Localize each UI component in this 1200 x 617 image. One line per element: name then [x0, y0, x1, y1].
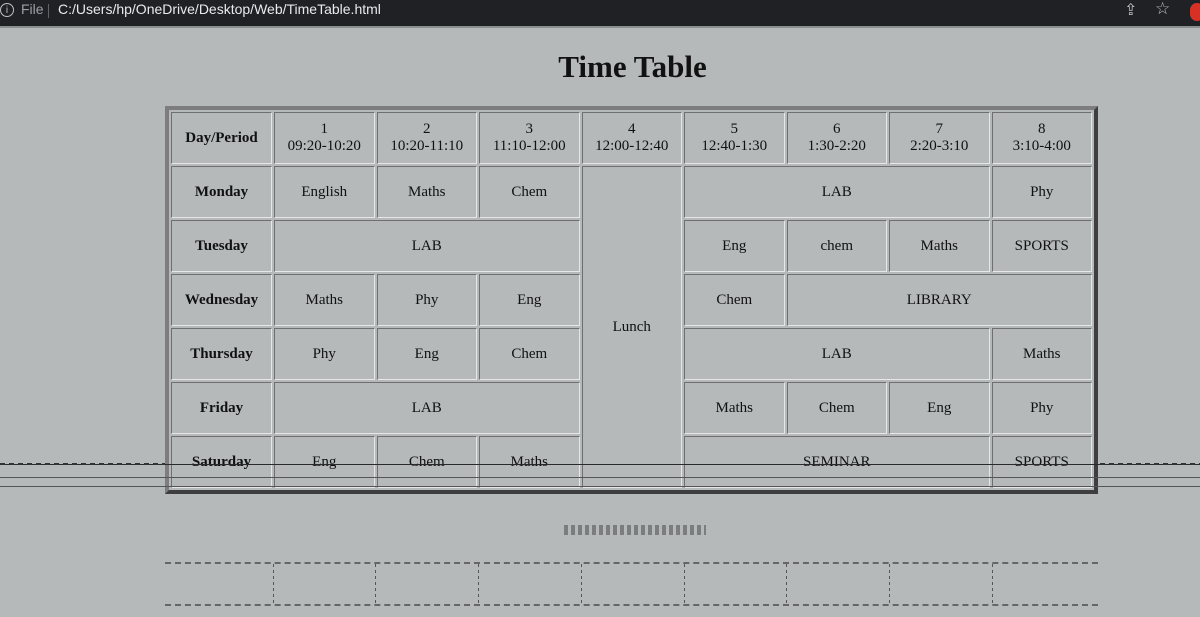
render-artifact-line: [0, 464, 1200, 465]
subject-cell: Eng: [889, 382, 990, 434]
period-number: 1: [320, 121, 329, 137]
period-time: 1:30-2:20: [807, 138, 866, 154]
subject-cell: Eng: [274, 436, 375, 488]
page-title: Time Table: [558, 49, 707, 84]
ghost-title-artifact: [564, 525, 706, 535]
day-label: Tuesday: [171, 220, 272, 272]
render-artifact-dashes: [1100, 463, 1200, 465]
period-header-6: 6 1:30-2:20: [786, 112, 887, 164]
chrome-divider: [0, 26, 1200, 28]
subject-cell: Phy: [991, 382, 1092, 434]
subject-cell: Phy: [376, 274, 477, 326]
subject-cell: Chem: [479, 328, 580, 380]
period-header-row: Day/Period 1 09:20-10:20 2 10:20-11:10 3 11:1…: [171, 112, 1092, 164]
ghost-column-artifact: [273, 564, 274, 604]
ghost-table-artifact: [165, 562, 1098, 606]
period-header-3: 3 11:10-12:00: [479, 112, 580, 164]
timetable: Day/Period 1 09:20-10:20 2 10:20-11:10 3 11:1…: [165, 106, 1098, 494]
period-time: 12:00-12:40: [595, 138, 669, 154]
share-icon[interactable]: ⇪: [1124, 0, 1137, 20]
subject-cell: LIBRARY: [786, 274, 1092, 326]
subject-cell: Maths: [274, 274, 375, 326]
file-scheme-label: File: [21, 1, 44, 17]
period-header-8: 8 3:10-4:00: [991, 112, 1092, 164]
period-header-7: 7 2:20-3:10: [889, 112, 990, 164]
ghost-column-artifact: [786, 564, 787, 604]
period-header-1: 1 09:20-10:20: [274, 112, 375, 164]
period-time: 3:10-4:00: [1012, 138, 1071, 154]
subject-cell: Eng: [376, 328, 477, 380]
period-time: 12:40-1:30: [701, 138, 768, 154]
url-text[interactable]: C:/Users/hp/OneDrive/Desktop/Web/TimeTab…: [58, 1, 381, 17]
subject-cell: Maths: [889, 220, 990, 272]
ghost-column-artifact: [478, 564, 479, 604]
ghost-column-artifact: [375, 564, 376, 604]
day-label: Saturday: [171, 436, 272, 488]
period-time: 2:20-3:10: [910, 138, 969, 154]
day-label: Wednesday: [171, 274, 272, 326]
subject-cell: Eng: [684, 220, 785, 272]
period-number: 3: [525, 121, 534, 137]
subject-cell: Maths: [684, 382, 785, 434]
profile-avatar[interactable]: [1190, 3, 1200, 21]
subject-cell: LAB: [684, 328, 990, 380]
subject-cell: Phy: [991, 166, 1092, 218]
ghost-column-artifact: [889, 564, 890, 604]
subject-cell: SPORTS: [991, 436, 1092, 488]
subject-cell: Chem: [479, 166, 580, 218]
period-header-5: 5 12:40-1:30: [684, 112, 785, 164]
subject-cell: LAB: [274, 382, 580, 434]
subject-cell: Maths: [479, 436, 580, 488]
ghost-column-artifact: [992, 564, 993, 604]
subject-cell: Maths: [991, 328, 1092, 380]
timetable-body: Monday English Maths Chem Lunch LAB Phy Tuesday…: [171, 166, 1092, 488]
subject-cell: Chem: [376, 436, 477, 488]
address-bar[interactable]: i File C:/Users/hp/OneDrive/Desktop/Web/…: [0, 0, 1200, 26]
period-number: 6: [833, 121, 841, 137]
bookmark-star-icon[interactable]: ☆: [1155, 0, 1170, 19]
subject-cell: Phy: [274, 328, 375, 380]
day-label: Friday: [171, 382, 272, 434]
subject-cell: chem: [786, 220, 887, 272]
period-number: 7: [935, 121, 944, 137]
period-header-4: 4 12:00-12:40: [581, 112, 682, 164]
period-time: 11:10-12:00: [492, 138, 566, 154]
lunch-cell: Lunch: [581, 166, 682, 488]
subject-cell: SPORTS: [991, 220, 1092, 272]
period-number: 8: [1038, 121, 1046, 137]
period-number: 5: [730, 121, 739, 137]
period-header-2: 2 10:20-11:10: [376, 112, 477, 164]
period-time: 09:20-10:20: [287, 138, 361, 154]
day-label: Thursday: [171, 328, 272, 380]
day-period-header: Day/Period: [171, 112, 272, 164]
render-artifact-line: [0, 477, 1200, 478]
ghost-column-artifact: [581, 564, 582, 604]
day-row-monday: Monday English Maths Chem Lunch LAB Phy: [171, 166, 1092, 488]
period-number: 2: [423, 121, 431, 137]
subject-cell: Chem: [786, 382, 887, 434]
ghost-column-artifact: [684, 564, 685, 604]
info-icon[interactable]: i: [0, 3, 14, 17]
subject-cell: Maths: [376, 166, 477, 218]
address-divider: [48, 4, 49, 18]
subject-cell: Eng: [479, 274, 580, 326]
subject-cell: Chem: [684, 274, 785, 326]
subject-cell: SEMINAR: [684, 436, 990, 488]
period-number: 4: [628, 121, 636, 137]
period-time: 10:20-11:10: [390, 138, 464, 154]
day-label: Monday: [171, 166, 272, 218]
subject-cell: LAB: [274, 220, 580, 272]
render-artifact-line: [0, 486, 1200, 487]
render-artifact-dashes: [0, 463, 165, 465]
timetable-container: Day/Period 1 09:20-10:20 2 10:20-11:10 3 11:1…: [165, 106, 1098, 494]
subject-cell: English: [274, 166, 375, 218]
subject-cell: LAB: [684, 166, 990, 218]
